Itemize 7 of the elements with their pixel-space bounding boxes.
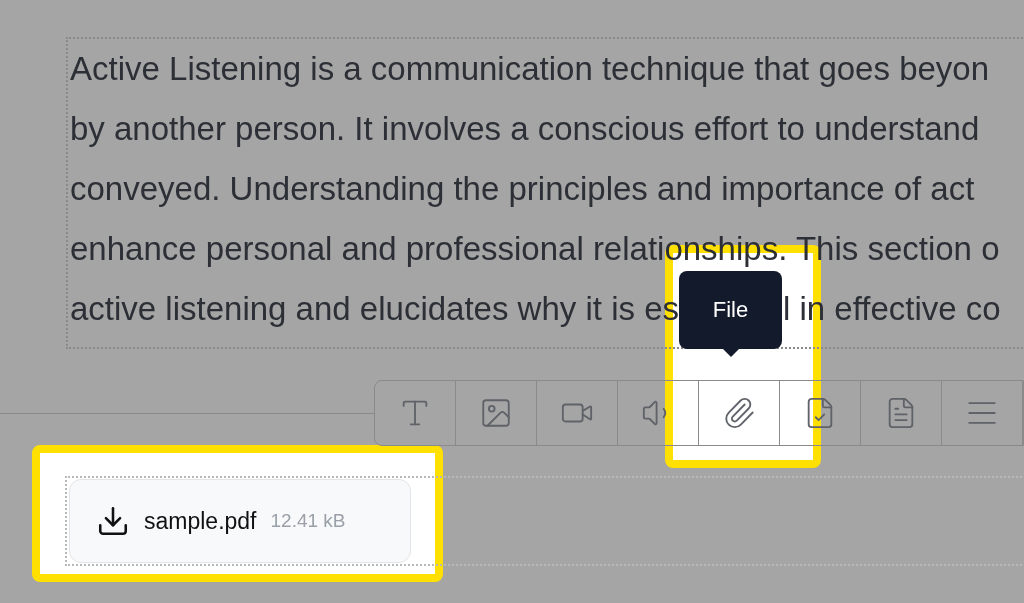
download-file-button[interactable]: sample.pdf 12.41 kB xyxy=(69,479,411,563)
file-name: sample.pdf xyxy=(144,506,257,536)
tooltip: File xyxy=(679,271,782,349)
paragraph-line: conveyed. Understanding the principles and importance of act xyxy=(70,169,976,209)
paragraph-line: by another person. It involves a conscious effort to understand xyxy=(70,109,981,149)
paragraph-line: Active Listening is a communication technique that goes beyon xyxy=(70,49,991,89)
file-size: 12.41 kB xyxy=(270,508,346,533)
